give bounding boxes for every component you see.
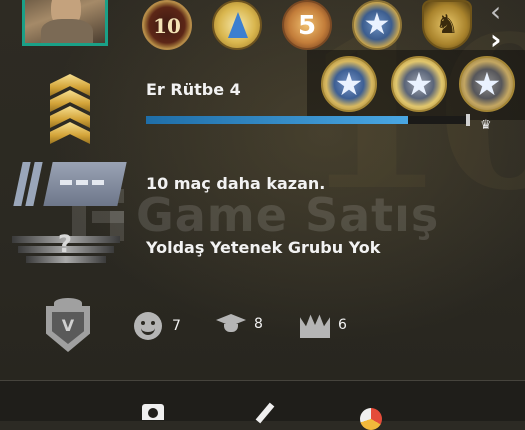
wins-needed-label: 10 maç daha kazan. [146,174,326,193]
star-icon: ★ [363,7,391,42]
leader-commendation[interactable]: 6 [300,312,347,338]
xp-progress-bar [146,116,466,124]
crown-icon [300,314,330,338]
profile-rank-badge-icon[interactable]: V [40,298,96,354]
rank-chevron-icon [50,74,90,144]
unknown-rank-icon: ? [58,230,72,258]
edit-pencil-icon[interactable] [254,404,276,420]
service-medal-3[interactable]: ★ [459,56,515,112]
xp-bar-end-marker [466,114,470,126]
5-year-veteran-coin[interactable]: 5 [282,0,332,50]
medal-emblem-icon [228,12,248,38]
smiley-icon [134,312,162,340]
friendly-count: 7 [172,318,181,334]
star-icon: ★ [472,65,502,103]
medal-showcase: ★ ★ ★ [307,50,525,120]
star-icon: ★ [334,65,364,103]
graduation-cap-icon [216,312,246,336]
teacher-count: 8 [254,316,263,332]
leader-count: 6 [338,317,347,333]
wingman-group-label: Yoldaş Yetenek Grubu Yok [146,238,381,257]
soldier-icon: ♞ [435,10,459,40]
10-year-veteran-coin[interactable]: 10 [142,0,192,50]
operation-shield-coin[interactable]: ♞ [422,0,472,50]
watermark-text: Game Satış [136,188,440,242]
profile-icon[interactable] [142,404,164,420]
xp-progress-fill [146,116,409,124]
service-medal-1[interactable]: ★ [321,56,377,112]
stats-chart-icon[interactable] [360,404,382,430]
star-icon: ★ [404,65,434,103]
service-medal-coin[interactable] [212,0,262,50]
teacher-commendation[interactable]: 8 [216,312,263,336]
friendly-commendation[interactable]: 7 [134,312,181,340]
coin-number: 5 [297,11,317,41]
rank-label: Er Rütbe 4 [146,80,241,99]
watermark: Game Satış [72,188,439,242]
level-up-icon: ♛ [480,118,492,133]
chevron-left-icon[interactable]: ‹ [490,0,501,26]
player-avatar[interactable] [22,0,108,46]
wingman-rank-icon: ? [12,226,120,268]
star-medal-coin[interactable]: ★ [352,0,402,50]
service-medal-2[interactable]: ★ [391,56,447,112]
coin-number: 10 [153,14,181,38]
competitive-rank-icon [13,162,127,206]
